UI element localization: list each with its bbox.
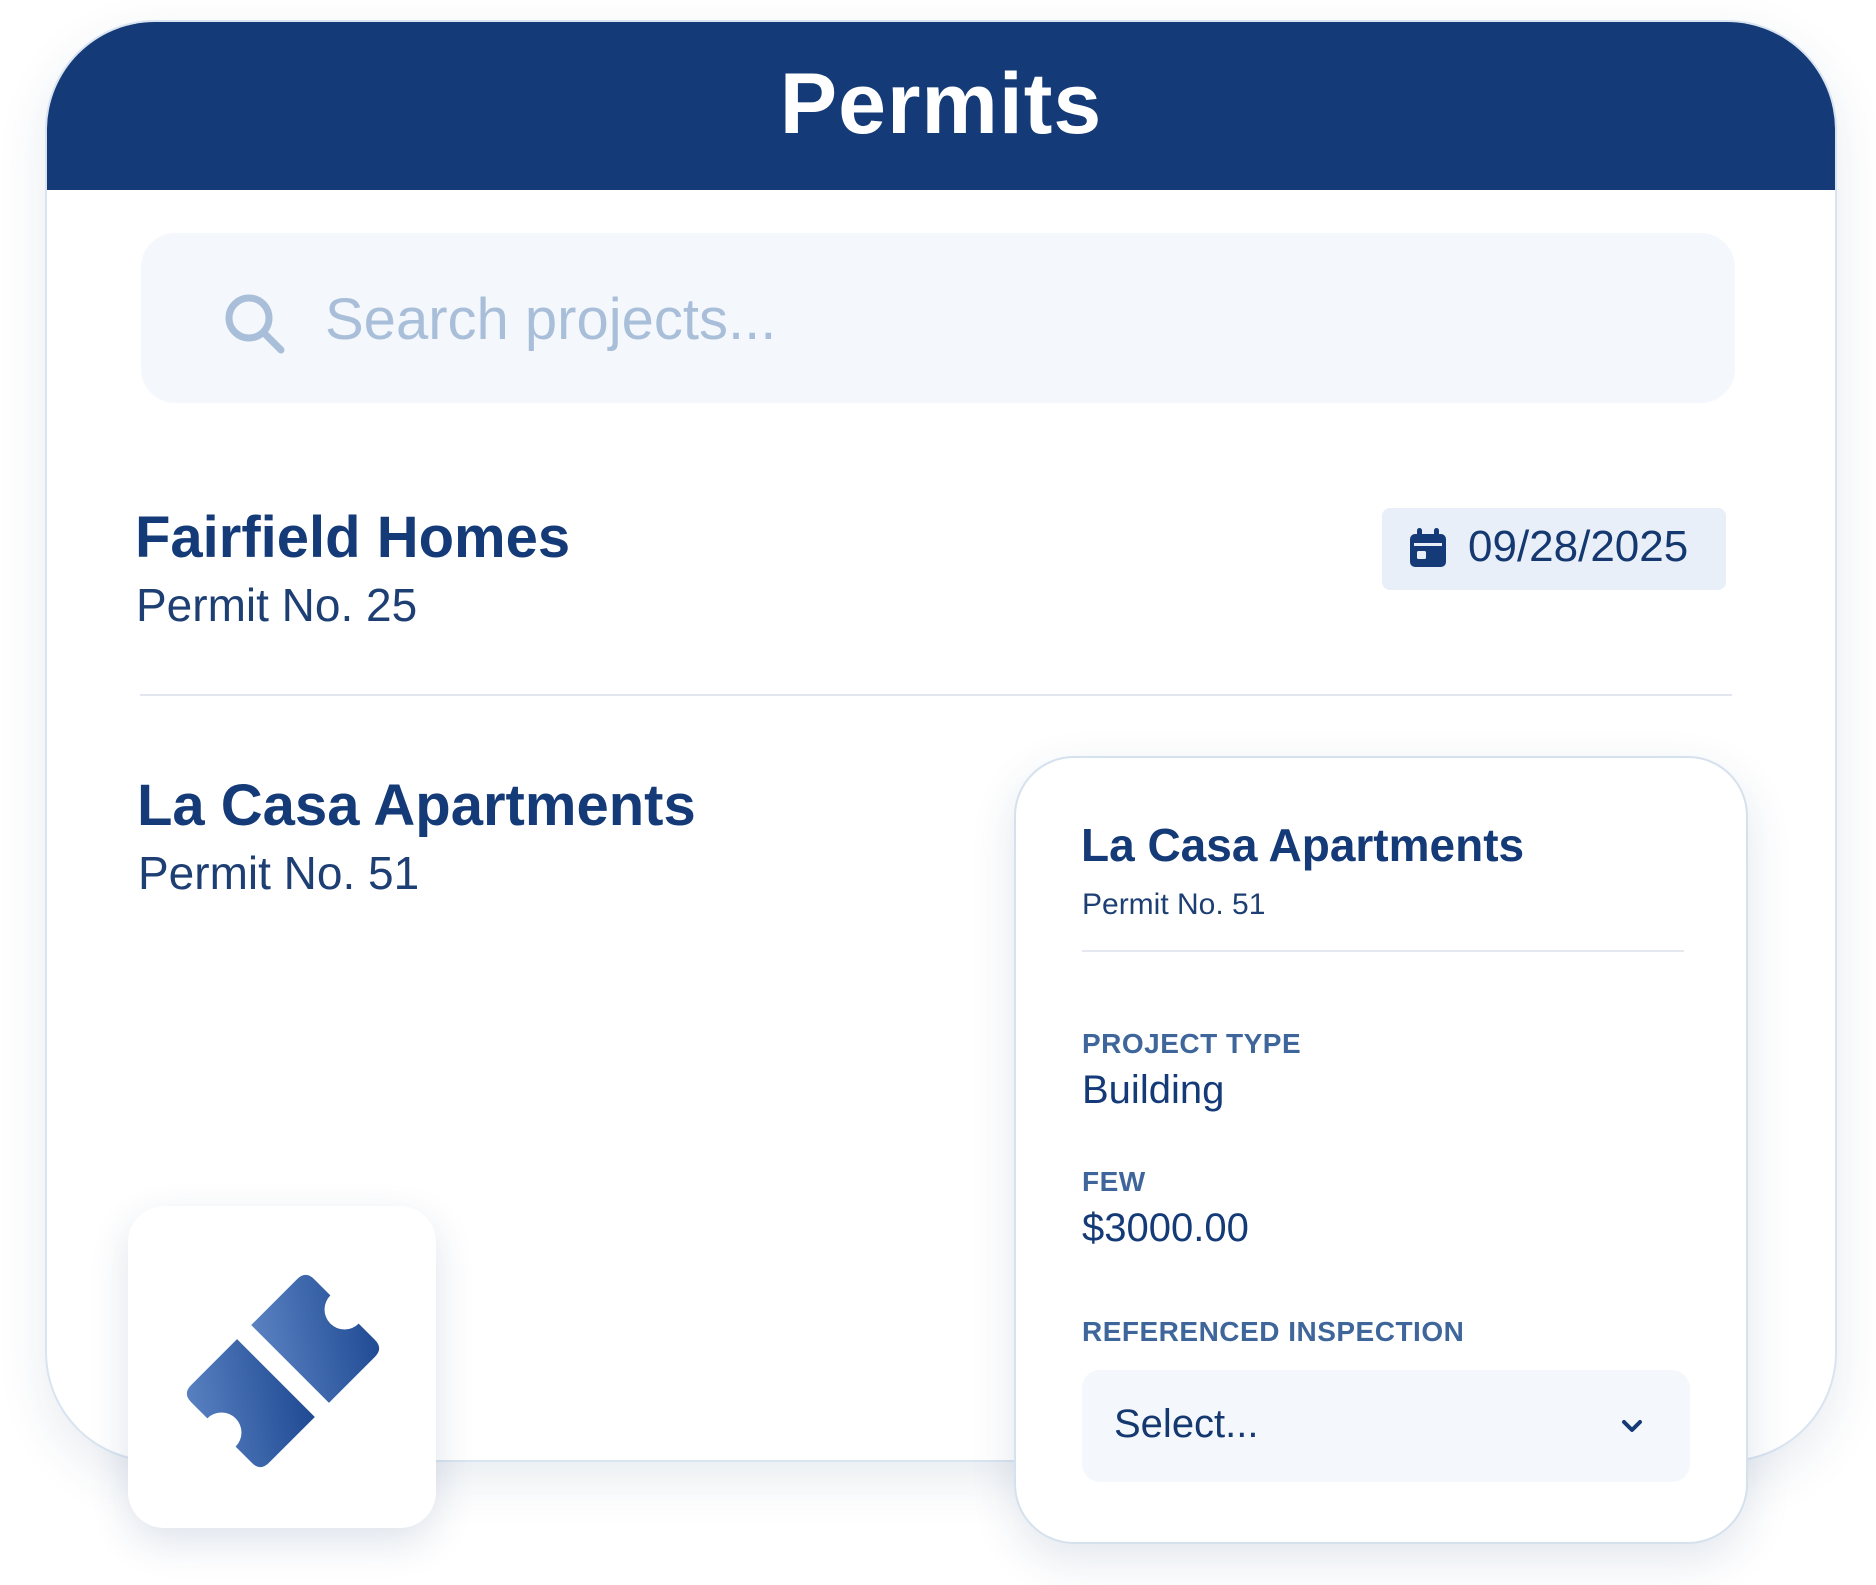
search-bar[interactable]	[141, 233, 1735, 403]
page-title: Permits	[779, 55, 1103, 152]
ticket-tile	[128, 1206, 436, 1528]
fee-label: FEW	[1082, 1166, 1146, 1197]
referenced-inspection-label: REFERENCED INSPECTION	[1082, 1316, 1465, 1347]
detail-title: La Casa Apartments	[1081, 819, 1525, 871]
detail-permit-number: Permit No. 51	[1082, 888, 1266, 921]
search-input[interactable]	[323, 273, 1677, 365]
project-name: La Casa Apartments	[137, 773, 696, 838]
project-permit-number: Permit No. 25	[136, 579, 418, 631]
permit-detail-card: La Casa Apartments Permit No. 51 PROJECT…	[1014, 756, 1748, 1544]
date-badge: 09/28/2025	[1382, 508, 1726, 590]
select-value: Select...	[1114, 1402, 1259, 1446]
project-name: Fairfield Homes	[135, 505, 571, 570]
project-permit-number: Permit No. 51	[138, 847, 420, 899]
calendar-icon	[1410, 528, 1446, 567]
referenced-inspection-select[interactable]: Select...	[1082, 1370, 1690, 1482]
detail-divider	[1082, 950, 1684, 952]
list-divider	[140, 694, 1732, 696]
search-icon	[225, 294, 285, 354]
header: Permits	[47, 22, 1835, 190]
ticket-icon	[186, 1274, 380, 1468]
fee-value: $3000.00	[1082, 1206, 1249, 1250]
project-date: 09/28/2025	[1468, 522, 1689, 571]
chevron-down-icon	[1622, 1420, 1642, 1432]
project-type-value: Building	[1082, 1068, 1225, 1112]
project-type-label: PROJECT TYPE	[1082, 1028, 1302, 1059]
